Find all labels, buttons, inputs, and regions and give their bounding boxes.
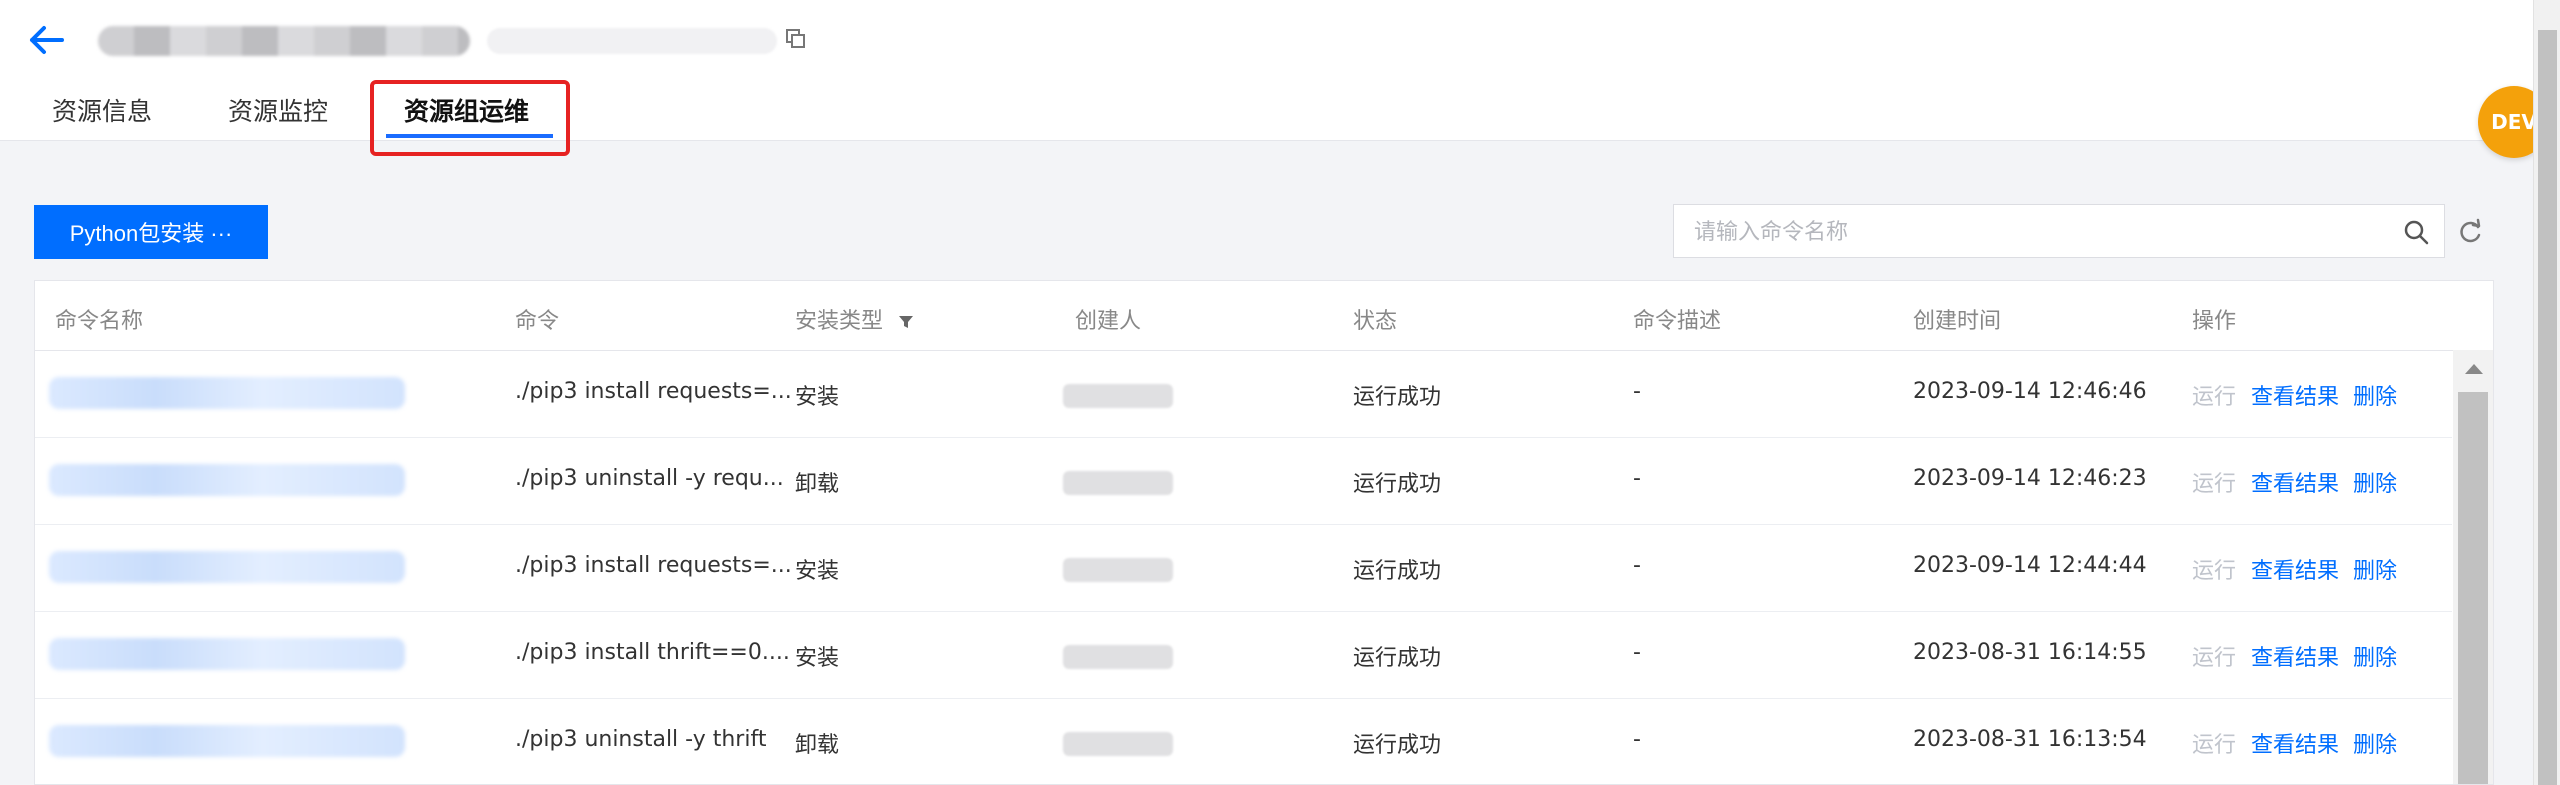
run-button: 运行 [2192, 646, 2237, 671]
column-header: 命令名称 [55, 309, 144, 334]
time-cell: 2023-09-14 12:44:44 [1913, 553, 2147, 578]
search-box [1673, 204, 2445, 258]
command-name-redacted [49, 464, 405, 496]
run-button: 运行 [2192, 385, 2237, 410]
command-cell: ./pip3 uninstall -y thrift [515, 727, 767, 752]
type-cell: 安装 [795, 646, 840, 671]
table-row: ./pip3 uninstall -y requ... 卸载 运行成功 - 20… [35, 438, 2452, 525]
table-row: ./pip3 uninstall -y thrift 卸载 运行成功 - 202… [35, 699, 2452, 784]
table-header: 命令名称 命令 安装类型 创建人 状态 命令描述 创建时间 操作 [35, 281, 2493, 351]
column-header: 命令描述 [1633, 309, 1722, 334]
copy-icon[interactable] [785, 28, 807, 50]
status-cell: 运行成功 [1353, 559, 1442, 584]
resource-title-redacted [98, 26, 470, 56]
delete-link[interactable]: 删除 [2353, 466, 2397, 498]
tab-resource-info[interactable]: 资源信息 [52, 92, 152, 128]
desc-cell: - [1633, 466, 1641, 491]
time-cell: 2023-09-14 12:46:46 [1913, 379, 2147, 404]
status-cell: 运行成功 [1353, 733, 1442, 758]
desc-cell: - [1633, 640, 1641, 665]
resource-id-redacted [487, 28, 777, 54]
filter-icon[interactable] [898, 314, 914, 330]
delete-link[interactable]: 删除 [2353, 379, 2397, 411]
delete-link[interactable]: 删除 [2353, 727, 2397, 759]
column-header: 创建时间 [1913, 309, 2002, 334]
desc-cell: - [1633, 379, 1641, 404]
type-cell: 卸载 [795, 472, 840, 497]
status-cell: 运行成功 [1353, 646, 1442, 671]
view-result-link[interactable]: 查看结果 [2251, 640, 2339, 672]
tab-resource-monitor[interactable]: 资源监控 [228, 92, 328, 128]
table-row: ./pip3 install requests=... 安装 运行成功 - 20… [35, 525, 2452, 612]
desc-cell: - [1633, 553, 1641, 578]
view-result-link[interactable]: 查看结果 [2251, 727, 2339, 759]
time-cell: 2023-08-31 16:14:55 [1913, 640, 2147, 665]
view-result-link[interactable]: 查看结果 [2251, 553, 2339, 585]
page-scrollbar-thumb[interactable] [2538, 30, 2557, 785]
command-cell: ./pip3 install requests=... [515, 379, 792, 404]
page-scrollbar[interactable] [2533, 0, 2560, 785]
scroll-up-arrow-icon[interactable] [2465, 364, 2483, 374]
command-cell: ./pip3 install thrift==0.... [515, 640, 790, 665]
annotation-highlight-box [370, 80, 570, 156]
table-row: ./pip3 install thrift==0.... 安装 运行成功 - 2… [35, 612, 2452, 699]
creator-redacted [1063, 471, 1173, 495]
time-cell: 2023-08-31 16:13:54 [1913, 727, 2147, 752]
type-cell: 安装 [795, 559, 840, 584]
time-cell: 2023-09-14 12:46:23 [1913, 466, 2147, 491]
run-button: 运行 [2192, 472, 2237, 497]
column-header: 命令 [515, 309, 560, 334]
creator-redacted [1063, 732, 1173, 756]
view-result-link[interactable]: 查看结果 [2251, 466, 2339, 498]
column-header-install-type[interactable]: 安装类型 [795, 303, 914, 335]
type-cell: 卸载 [795, 733, 840, 758]
table-scrollbar-thumb[interactable] [2458, 392, 2488, 784]
run-button: 运行 [2192, 559, 2237, 584]
creator-redacted [1063, 384, 1173, 408]
arrow-left-icon[interactable] [28, 22, 68, 58]
status-cell: 运行成功 [1353, 385, 1442, 410]
delete-link[interactable]: 删除 [2353, 640, 2397, 672]
command-name-redacted [49, 377, 405, 409]
run-button: 运行 [2192, 733, 2237, 758]
column-header-label: 安装类型 [795, 309, 884, 334]
column-header: 操作 [2192, 309, 2237, 334]
search-icon[interactable] [2402, 218, 2430, 246]
command-name-redacted [49, 551, 405, 583]
status-cell: 运行成功 [1353, 472, 1442, 497]
creator-redacted [1063, 645, 1173, 669]
view-result-link[interactable]: 查看结果 [2251, 379, 2339, 411]
refresh-icon[interactable] [2456, 218, 2484, 246]
column-header: 创建人 [1075, 309, 1142, 334]
command-cell: ./pip3 install requests=... [515, 553, 792, 578]
python-package-install-button[interactable]: Python包安装 ··· [34, 205, 268, 259]
command-name-redacted [49, 638, 405, 670]
search-input[interactable] [1692, 217, 2376, 247]
creator-redacted [1063, 558, 1173, 582]
desc-cell: - [1633, 727, 1641, 752]
table-row: ./pip3 install requests=... 安装 运行成功 - 20… [35, 351, 2452, 438]
type-cell: 安装 [795, 385, 840, 410]
command-table: 命令名称 命令 安装类型 创建人 状态 命令描述 创建时间 操作 ./pip3 … [34, 280, 2494, 785]
command-name-redacted [49, 725, 405, 757]
delete-link[interactable]: 删除 [2353, 553, 2397, 585]
table-scrollbar[interactable] [2453, 350, 2493, 784]
command-cell: ./pip3 uninstall -y requ... [515, 466, 784, 491]
column-header: 状态 [1353, 309, 1398, 334]
